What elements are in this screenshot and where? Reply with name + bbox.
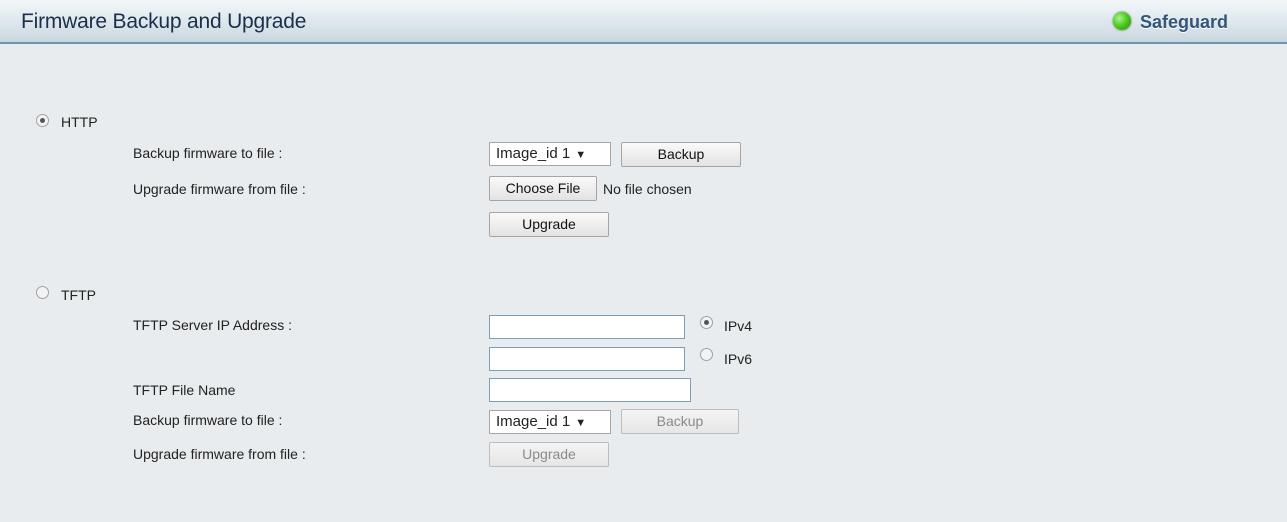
dropdown-arrow-icon: ▼ [575, 149, 587, 161]
page-title: Firmware Backup and Upgrade [21, 10, 307, 33]
tftp-backup-label: Backup firmware to file : [133, 412, 283, 428]
http-backup-label: Backup firmware to file : [133, 145, 283, 161]
tftp-ipv4-input[interactable] [489, 315, 685, 339]
http-backup-button[interactable]: Backup [621, 142, 741, 167]
ipv4-radio[interactable] [700, 316, 713, 329]
page-header: Firmware Backup and Upgrade Safeguard [0, 0, 1287, 44]
tftp-ipv6-input[interactable] [489, 347, 685, 371]
dropdown-arrow-icon: ▼ [575, 417, 587, 429]
choose-file-button[interactable]: Choose File [489, 176, 597, 201]
tftp-radio-label: TFTP [61, 287, 96, 303]
tftp-server-ip-label: TFTP Server IP Address : [133, 317, 292, 333]
http-radio[interactable] [36, 114, 49, 127]
http-radio-label: HTTP [61, 114, 98, 130]
http-backup-select-value: Image_id 1 [496, 145, 571, 162]
safeguard-label: Safeguard [1140, 12, 1229, 32]
tftp-upgrade-button[interactable]: Upgrade [489, 442, 609, 467]
http-upgrade-button[interactable]: Upgrade [489, 212, 609, 237]
status-green-dot-icon [1113, 12, 1131, 30]
file-status-text: No file chosen [603, 181, 692, 197]
http-backup-image-select[interactable]: Image_id 1 ▼ [489, 142, 611, 166]
ipv6-radio[interactable] [700, 348, 713, 361]
tftp-backup-button[interactable]: Backup [621, 409, 739, 434]
tftp-radio[interactable] [36, 286, 49, 299]
tftp-backup-select-value: Image_id 1 [496, 413, 571, 430]
tftp-backup-image-select[interactable]: Image_id 1 ▼ [489, 410, 611, 434]
tftp-upgrade-label: Upgrade firmware from file : [133, 446, 306, 462]
tftp-file-name-input[interactable] [489, 378, 691, 402]
http-upgrade-label: Upgrade firmware from file : [133, 181, 306, 197]
ipv4-label: IPv4 [724, 318, 753, 334]
safeguard-indicator[interactable]: Safeguard [1102, 12, 1287, 40]
tftp-file-name-label: TFTP File Name [133, 382, 236, 398]
ipv6-label: IPv6 [724, 351, 753, 367]
